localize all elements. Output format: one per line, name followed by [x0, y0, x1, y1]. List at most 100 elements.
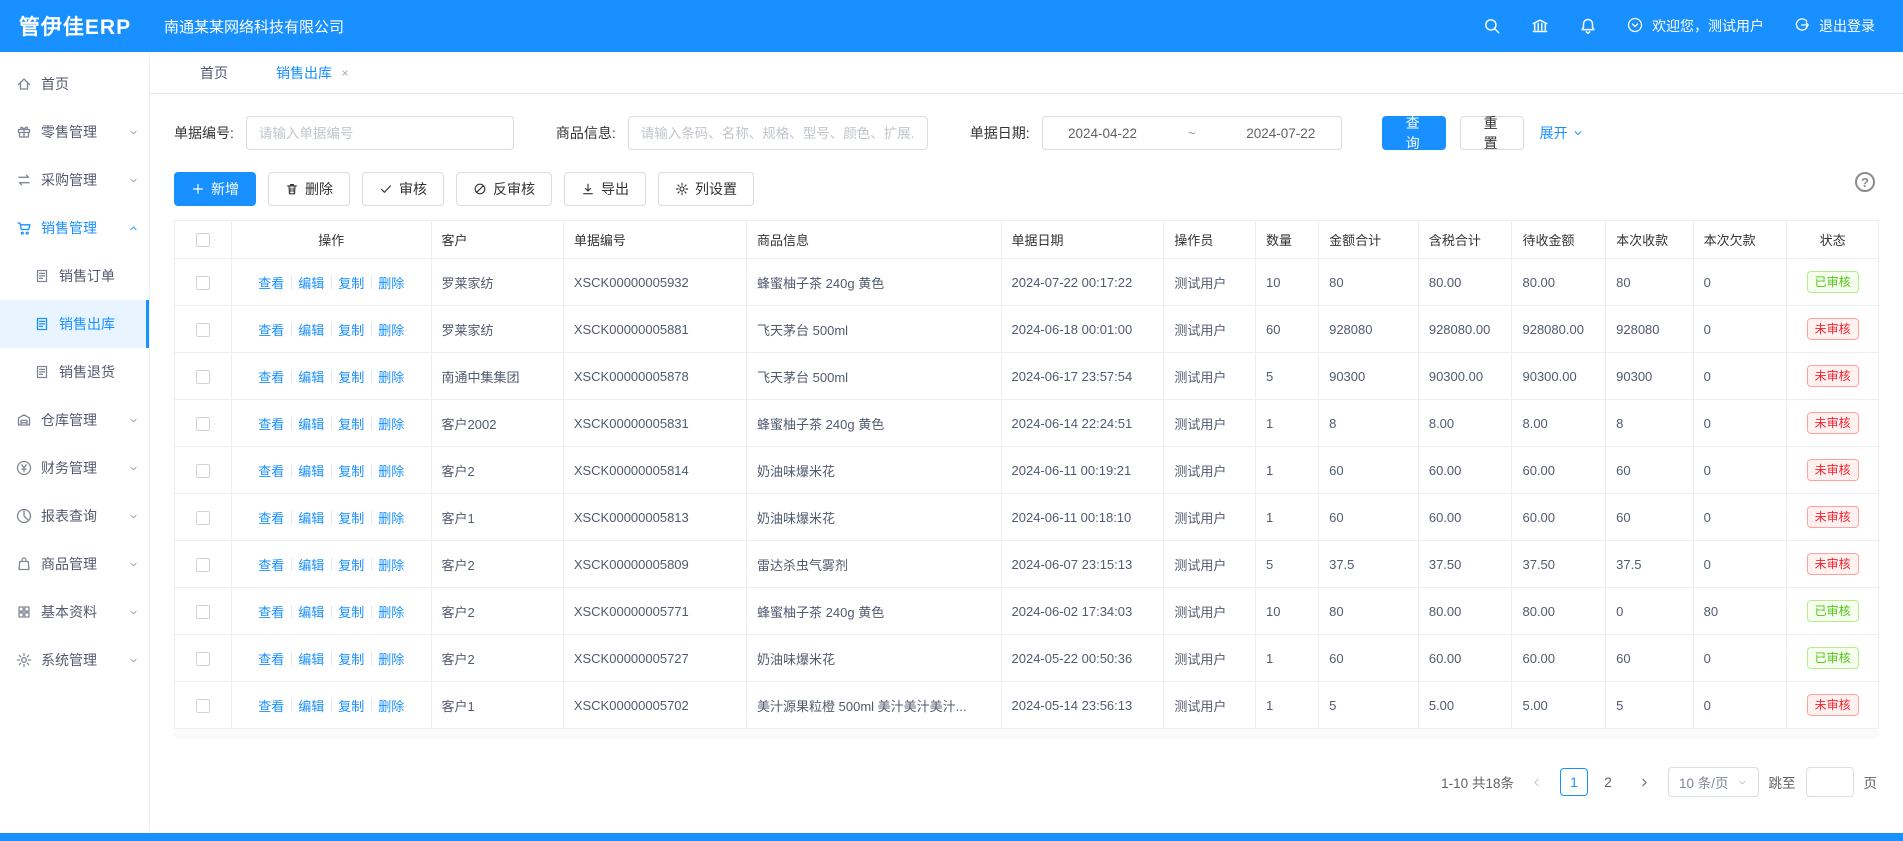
edit-link[interactable]: 编辑 — [291, 273, 331, 292]
jump-page-input[interactable] — [1806, 767, 1854, 797]
add-button[interactable]: 新增 — [174, 172, 256, 206]
sidebar-item-8[interactable]: 财务管理 — [0, 444, 149, 492]
table-wrapper: 操作客户单据编号商品信息单据日期操作员数量金额合计含税合计待收金额本次收款本次欠… — [150, 220, 1903, 729]
sidebar-item-3[interactable]: 销售管理 — [0, 204, 149, 252]
prev-page-button[interactable] — [1524, 769, 1550, 795]
view-link[interactable]: 查看 — [251, 320, 291, 339]
edit-link[interactable]: 编辑 — [291, 602, 331, 621]
sidebar-item-2[interactable]: 采购管理 — [0, 156, 149, 204]
view-link[interactable]: 查看 — [251, 602, 291, 621]
unapprove-button[interactable]: 反审核 — [456, 172, 552, 206]
view-link[interactable]: 查看 — [251, 461, 291, 480]
sidebar-item-7[interactable]: 仓库管理 — [0, 396, 149, 444]
help-icon[interactable]: ? — [1855, 172, 1875, 192]
search-icon[interactable] — [1483, 17, 1501, 35]
edit-link[interactable]: 编辑 — [291, 555, 331, 574]
sidebar-item-12[interactable]: 系统管理 — [0, 636, 149, 684]
sidebar-item-6[interactable]: 销售退货 — [0, 348, 149, 396]
sidebar-item-5[interactable]: 销售出库 — [0, 300, 149, 348]
delete-link[interactable]: 删除 — [371, 367, 411, 386]
row-checkbox[interactable] — [196, 605, 210, 619]
sidebar-item-9[interactable]: 报表查询 — [0, 492, 149, 540]
edit-link[interactable]: 编辑 — [291, 414, 331, 433]
row-checkbox[interactable] — [196, 276, 210, 290]
view-link[interactable]: 查看 — [251, 508, 291, 527]
copy-link[interactable]: 复制 — [331, 649, 371, 668]
view-link[interactable]: 查看 — [251, 273, 291, 292]
sidebar-item-4[interactable]: 销售订单 — [0, 252, 149, 300]
copy-link[interactable]: 复制 — [331, 508, 371, 527]
product-info-input[interactable] — [628, 116, 928, 150]
tax-total-cell: 8.00 — [1418, 400, 1512, 447]
expand-toggle[interactable]: 展开 — [1540, 123, 1584, 143]
close-icon[interactable] — [340, 68, 350, 78]
date-start-value[interactable]: 2024-04-22 — [1068, 126, 1137, 141]
row-checkbox[interactable] — [196, 370, 210, 384]
approve-button[interactable]: 审核 — [362, 172, 444, 206]
tab-1[interactable]: 销售出库 — [276, 52, 350, 93]
sidebar-item-0[interactable]: 首页 — [0, 60, 149, 108]
row-checkbox[interactable] — [196, 323, 210, 337]
delete-link[interactable]: 删除 — [371, 320, 411, 339]
row-checkbox[interactable] — [196, 558, 210, 572]
operator-cell: 测试用户 — [1164, 353, 1256, 400]
delete-link[interactable]: 删除 — [371, 555, 411, 574]
sidebar-item-1[interactable]: 零售管理 — [0, 108, 149, 156]
view-link[interactable]: 查看 — [251, 367, 291, 386]
delete-link[interactable]: 删除 — [371, 508, 411, 527]
row-checkbox[interactable] — [196, 511, 210, 525]
bank-icon[interactable] — [1531, 17, 1549, 35]
view-link[interactable]: 查看 — [251, 649, 291, 668]
delete-link[interactable]: 删除 — [371, 649, 411, 668]
qty-cell: 5 — [1255, 541, 1318, 588]
page-number-1[interactable]: 1 — [1560, 768, 1588, 796]
row-checkbox[interactable] — [196, 464, 210, 478]
copy-link[interactable]: 复制 — [331, 367, 371, 386]
copy-link[interactable]: 复制 — [331, 602, 371, 621]
delete-link[interactable]: 删除 — [371, 602, 411, 621]
row-checkbox[interactable] — [196, 417, 210, 431]
reset-button[interactable]: 重置 — [1460, 116, 1524, 150]
edit-link[interactable]: 编辑 — [291, 461, 331, 480]
delete-link[interactable]: 删除 — [371, 696, 411, 715]
edit-link[interactable]: 编辑 — [291, 367, 331, 386]
view-link[interactable]: 查看 — [251, 555, 291, 574]
delete-link[interactable]: 删除 — [371, 414, 411, 433]
edit-link[interactable]: 编辑 — [291, 649, 331, 668]
page-number-2[interactable]: 2 — [1594, 768, 1622, 796]
horizontal-scrollbar[interactable] — [174, 729, 1879, 739]
view-link[interactable]: 查看 — [251, 696, 291, 715]
edit-link[interactable]: 编辑 — [291, 696, 331, 715]
copy-link[interactable]: 复制 — [331, 461, 371, 480]
delete-link[interactable]: 删除 — [371, 273, 411, 292]
tab-0[interactable]: 首页 — [200, 52, 228, 93]
copy-link[interactable]: 复制 — [331, 273, 371, 292]
received-cell: 60 — [1606, 635, 1694, 682]
page-size-select[interactable]: 10 条/页 — [1668, 767, 1759, 797]
bill-no-input[interactable] — [246, 116, 514, 150]
export-button[interactable]: 导出 — [564, 172, 646, 206]
column-settings-button[interactable]: 列设置 — [658, 172, 754, 206]
copy-link[interactable]: 复制 — [331, 414, 371, 433]
welcome-user[interactable]: 欢迎您，测试用户 — [1627, 16, 1764, 36]
copy-link[interactable]: 复制 — [331, 555, 371, 574]
delete-link[interactable]: 删除 — [371, 461, 411, 480]
next-page-button[interactable] — [1632, 769, 1658, 795]
copy-link[interactable]: 复制 — [331, 320, 371, 339]
edit-link[interactable]: 编辑 — [291, 320, 331, 339]
date-range-picker[interactable]: 2024-04-22 ~ 2024-07-22 — [1042, 116, 1342, 150]
row-checkbox[interactable] — [196, 652, 210, 666]
bell-icon[interactable] — [1579, 17, 1597, 35]
app-logo[interactable]: 管伊佳ERP — [0, 11, 150, 41]
select-all-checkbox[interactable] — [196, 233, 210, 247]
copy-link[interactable]: 复制 — [331, 696, 371, 715]
view-link[interactable]: 查看 — [251, 414, 291, 433]
logout-button[interactable]: 退出登录 — [1794, 16, 1875, 36]
sidebar-item-11[interactable]: 基本资料 — [0, 588, 149, 636]
edit-link[interactable]: 编辑 — [291, 508, 331, 527]
delete-button[interactable]: 删除 — [268, 172, 350, 206]
row-checkbox[interactable] — [196, 699, 210, 713]
search-button[interactable]: 查询 — [1382, 116, 1446, 150]
sidebar-item-10[interactable]: 商品管理 — [0, 540, 149, 588]
date-end-value[interactable]: 2024-07-22 — [1246, 126, 1315, 141]
